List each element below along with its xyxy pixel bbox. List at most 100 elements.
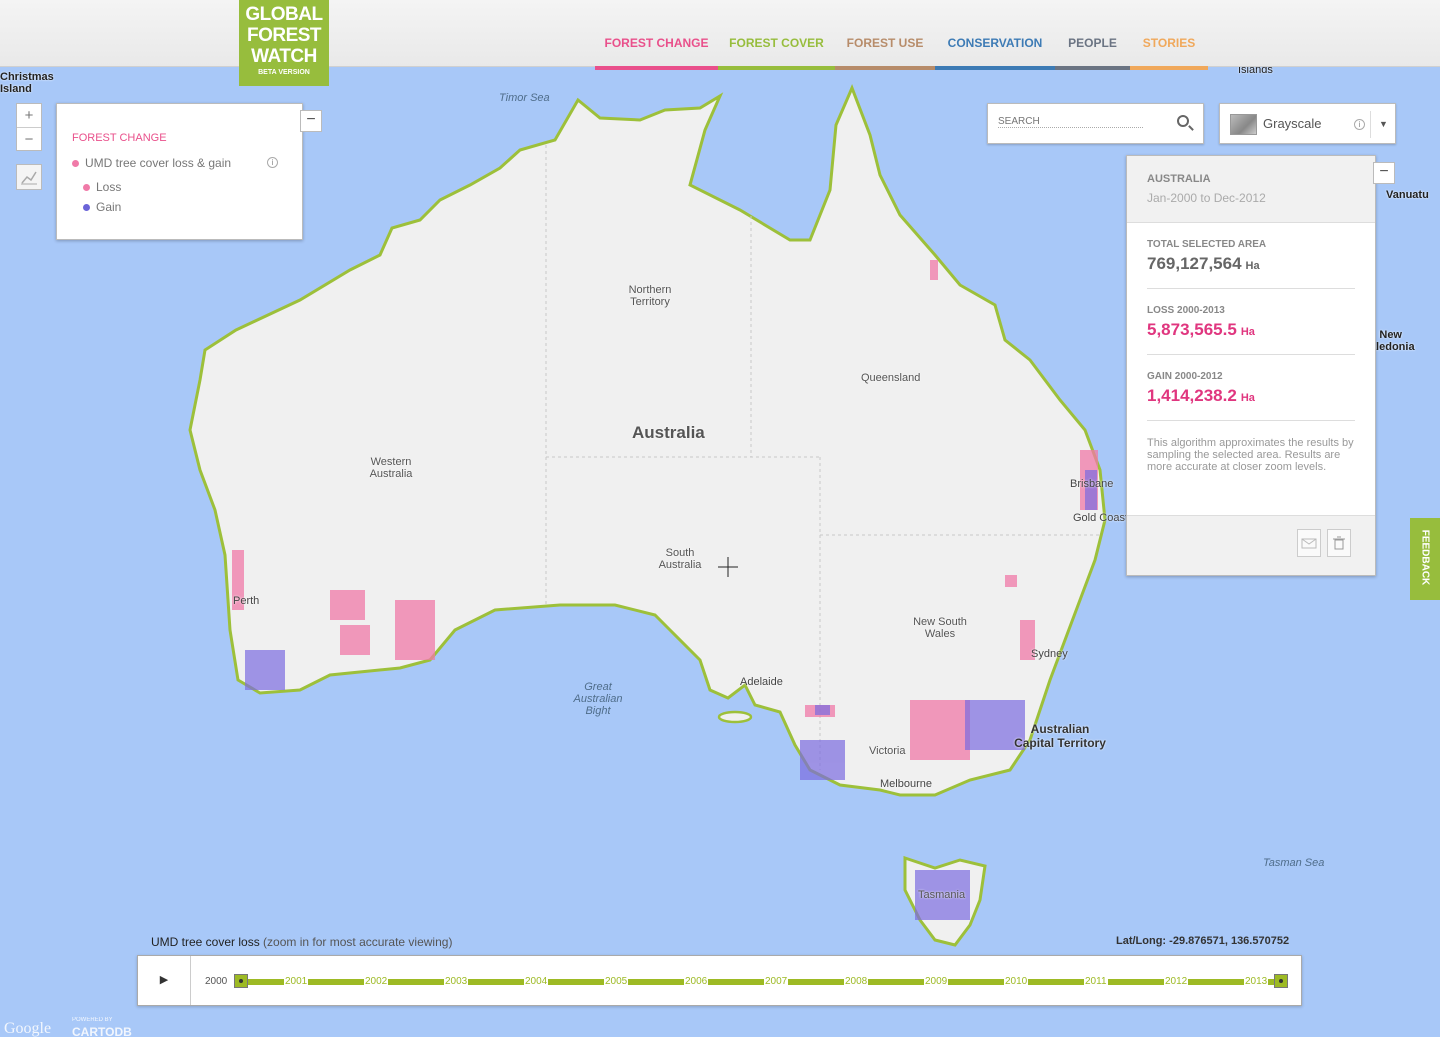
timeline-slider: ▶ 2000 2001 2002 2003 2004 2005 2006 2007 2008 20… xyxy=(137,955,1302,1006)
total-area-unit: Ha xyxy=(1245,260,1260,272)
zoom-control: + − xyxy=(16,103,42,151)
play-button[interactable]: ▶ xyxy=(138,956,191,1005)
legend-layer[interactable]: UMD tree cover loss & gain xyxy=(72,156,231,170)
label-adelaide: Adelaide xyxy=(740,676,783,688)
panel-date-range: Jan-2000 to Dec-2012 xyxy=(1147,191,1266,205)
gain-swatch xyxy=(83,203,90,211)
legend-layer-label: UMD tree cover loss & gain xyxy=(85,156,232,170)
label-gold-coast: Gold Coast xyxy=(1073,512,1129,524)
label-western-australia: Western Australia xyxy=(369,456,413,480)
panel-country: AUSTRALIA xyxy=(1147,173,1211,185)
nav-forest-change[interactable]: FOREST CHANGE xyxy=(595,36,718,70)
panel-collapse-button[interactable]: − xyxy=(1373,162,1395,184)
nav-conservation[interactable]: CONSERVATION xyxy=(935,36,1055,70)
latlong-label: Lat/Long: xyxy=(1116,935,1167,947)
label-northern-territory: Northern Territory xyxy=(628,284,672,308)
timeline-year-label[interactable]: 2002 xyxy=(364,976,389,987)
timeline-layer-name: UMD tree cover loss xyxy=(151,935,260,949)
gfw-logo[interactable]: GLOBAL FOREST WATCH BETA VERSION xyxy=(239,0,329,86)
label-new-south-wales: New South Wales xyxy=(913,616,967,640)
timeline-year-label[interactable]: 2006 xyxy=(684,976,709,987)
loss-unit: Ha xyxy=(1240,326,1255,338)
logo-line-1: GLOBAL xyxy=(245,4,323,25)
timeline-end-handle[interactable] xyxy=(1274,974,1288,988)
nav-stories[interactable]: STORIES xyxy=(1130,36,1208,70)
cartodb-attribution: POWERED BY CARTODB xyxy=(72,1017,132,1037)
label-perth: Perth xyxy=(233,595,260,607)
timeline-year-label[interactable]: 2005 xyxy=(604,976,629,987)
email-button[interactable] xyxy=(1297,529,1321,557)
layer-dot xyxy=(72,159,79,167)
label-christmas-island: Christmas Island xyxy=(0,71,54,95)
latlong-readout: Lat/Long: -29.876571, 136.570752 xyxy=(1116,935,1289,947)
label-act: Australian Capital Territory xyxy=(1014,722,1106,750)
powered-by-label: POWERED BY xyxy=(72,1017,113,1023)
zoom-out-button[interactable]: − xyxy=(17,127,41,150)
timeline-year-label[interactable]: 2001 xyxy=(284,976,309,987)
basemap-thumbnail xyxy=(1230,114,1257,135)
legend-info-icon[interactable]: i xyxy=(267,157,278,168)
logo-beta-tag: BETA VERSION xyxy=(258,69,310,76)
gain-value: 1,414,238.2 xyxy=(1147,386,1237,405)
timeline-year-label[interactable]: 2012 xyxy=(1164,976,1189,987)
zoom-in-button[interactable]: + xyxy=(17,104,41,127)
layer-legend: − FOREST CHANGE UMD tree cover loss & ga… xyxy=(56,103,322,240)
timeline-year-label[interactable]: 2008 xyxy=(844,976,869,987)
nav-forest-use[interactable]: FOREST USE xyxy=(835,36,935,70)
gain-block: GAIN 2000-2012 1,414,238.2 Ha xyxy=(1147,355,1355,421)
panel-actions xyxy=(1127,515,1375,575)
label-south-australia: South Australia xyxy=(658,547,702,571)
total-area-value: 769,127,564 xyxy=(1147,254,1242,273)
timeline-year-label[interactable]: 2011 xyxy=(1084,976,1108,987)
legend-collapse-button[interactable]: − xyxy=(300,110,322,132)
timeline-year-label[interactable]: 2003 xyxy=(444,976,469,987)
basemap-info-icon[interactable]: i xyxy=(1354,119,1365,130)
algorithm-note: This algorithm approximates the results … xyxy=(1147,437,1354,473)
search-icon[interactable] xyxy=(1177,115,1189,127)
feedback-tab[interactable]: FEEDBACK xyxy=(1410,518,1440,600)
timeline-year-label[interactable]: 2004 xyxy=(524,976,549,987)
search-input[interactable] xyxy=(998,116,1143,128)
logo-line-2: FOREST xyxy=(246,25,322,46)
label-melbourne: Melbourne xyxy=(880,778,932,790)
timeline-start-handle[interactable] xyxy=(234,974,248,988)
label-brisbane: Brisbane xyxy=(1070,478,1114,490)
cartodb-label: CARTODB xyxy=(72,1025,132,1037)
search-box xyxy=(987,103,1204,144)
nav-people[interactable]: PEOPLE xyxy=(1055,36,1130,70)
timeline-track[interactable] xyxy=(241,979,1284,985)
delete-button[interactable] xyxy=(1327,529,1351,557)
analysis-chart-button[interactable] xyxy=(16,164,42,190)
chevron-down-icon[interactable]: ▼ xyxy=(1370,111,1388,138)
timeline-year-label[interactable]: 2000 xyxy=(204,976,229,987)
gain-title: GAIN 2000-2012 xyxy=(1147,371,1223,382)
legend-item-label: Loss xyxy=(96,180,122,194)
label-victoria: Victoria xyxy=(869,745,906,757)
label-vanuatu: Vanuatu xyxy=(1386,189,1429,201)
label-sydney: Sydney xyxy=(1031,648,1068,660)
label-queensland: Queensland xyxy=(861,372,921,384)
timeline-year-label[interactable]: 2013 xyxy=(1244,976,1269,987)
legend-item-label: Gain xyxy=(96,200,122,214)
nav-forest-cover[interactable]: FOREST COVER xyxy=(718,36,835,70)
panel-header: AUSTRALIA Jan-2000 to Dec-2012 xyxy=(1127,156,1375,223)
label-tasmania: Tasmania xyxy=(918,889,966,901)
envelope-icon xyxy=(1301,538,1317,549)
google-attribution: Google xyxy=(4,1020,52,1037)
loss-value: 5,873,565.5 xyxy=(1147,320,1237,339)
label-great-australian-bight: Great Australian Bight xyxy=(573,681,623,717)
legend-category: FOREST CHANGE xyxy=(72,132,167,144)
timeline-year-label[interactable]: 2007 xyxy=(764,976,789,987)
main-nav: FOREST CHANGE FOREST COVER FOREST USE CONSE… xyxy=(595,36,1208,70)
timeline-year-label[interactable]: 2010 xyxy=(1004,976,1029,987)
top-header: FOREST CHANGE FOREST COVER FOREST USE CONSE… xyxy=(0,0,1440,70)
total-area-title: TOTAL SELECTED AREA xyxy=(1147,239,1267,250)
gain-unit: Ha xyxy=(1240,392,1255,404)
timeline-year-label[interactable]: 2009 xyxy=(924,976,949,987)
latlong-value: -29.876571, 136.570752 xyxy=(1169,935,1290,947)
label-tasman-sea: Tasman Sea xyxy=(1263,857,1325,869)
label-timor-sea: Timor Sea xyxy=(499,92,550,104)
basemap-selector[interactable]: Grayscale i ▼ xyxy=(1219,103,1396,144)
loss-title: LOSS 2000-2013 xyxy=(1147,305,1225,316)
logo-line-3: WATCH xyxy=(251,46,317,67)
